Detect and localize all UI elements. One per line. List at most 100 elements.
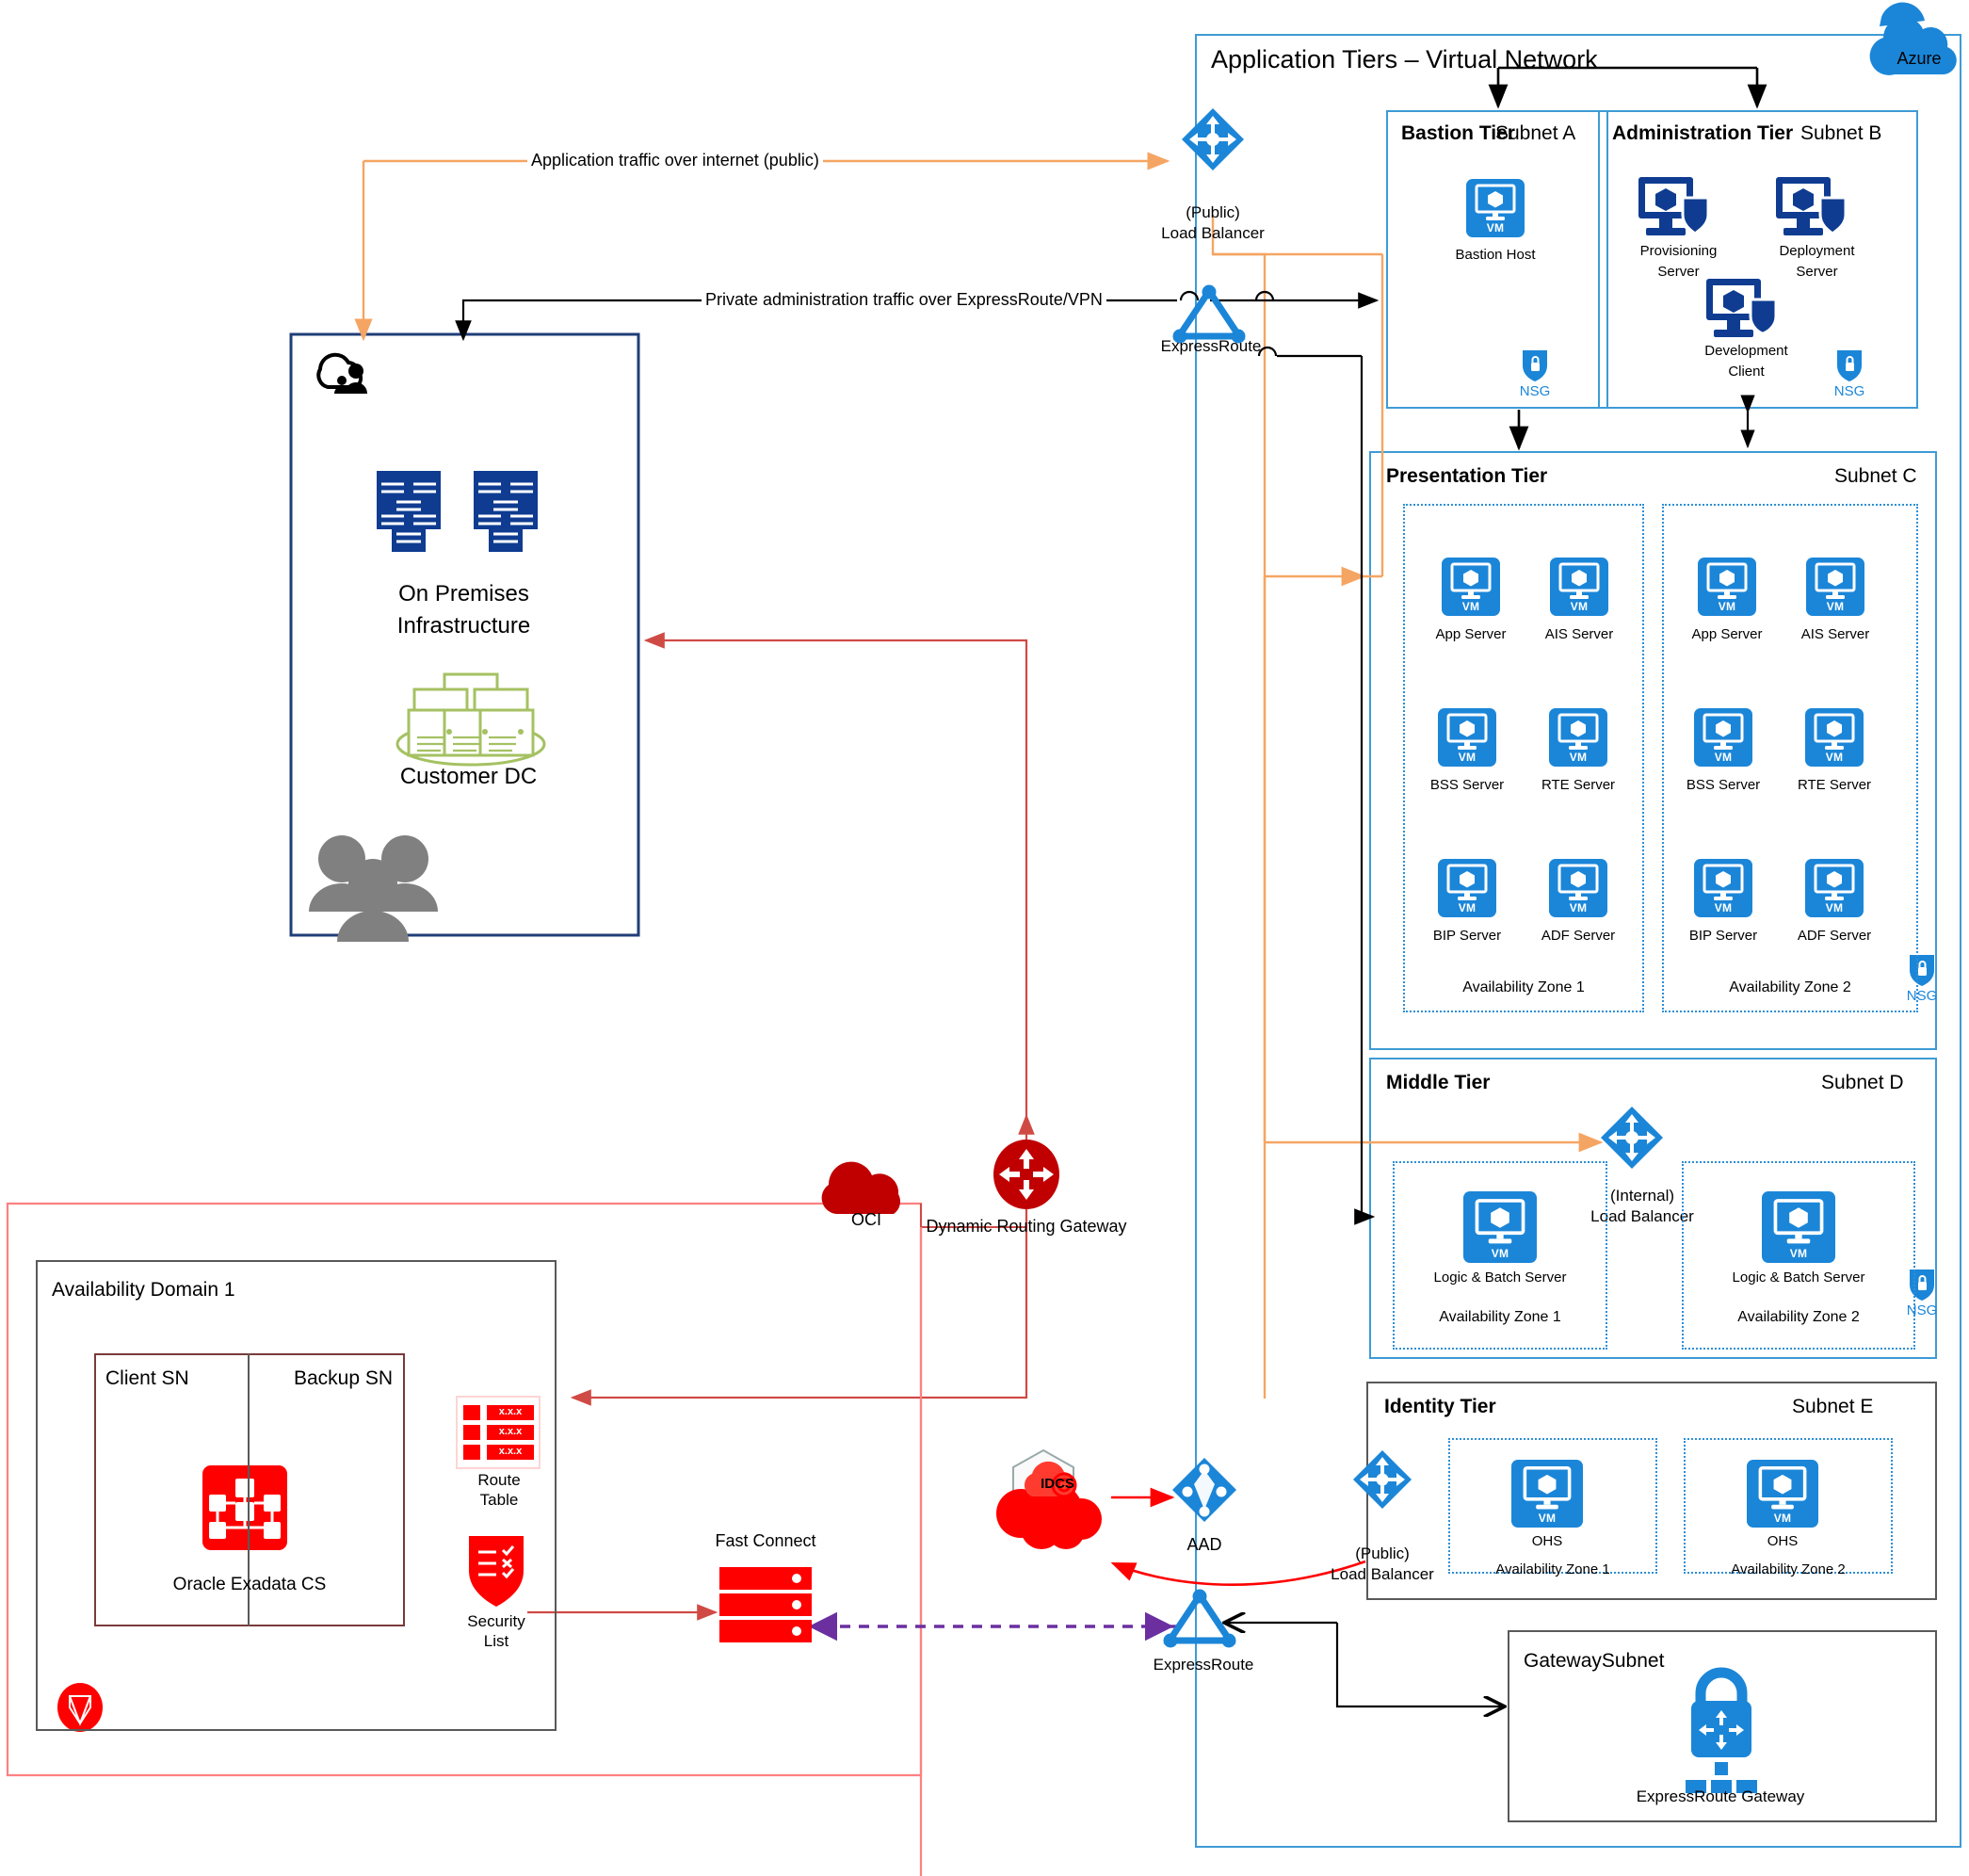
vm-icon-logic-batch-az1[interactable]: VM (1463, 1191, 1537, 1263)
vm-tile-text: VM (1714, 751, 1733, 764)
az2-label-middle: Availability Zone 2 (1737, 1309, 1860, 1325)
vm-icon-ais-server-az1[interactable]: VM (1550, 558, 1608, 616)
route-table-row-0: x.x.x (498, 1406, 523, 1417)
identity-public-lb-label-line2: Load Balancer (1331, 1565, 1434, 1583)
bastion-host-label: Bastion Host (1455, 247, 1536, 263)
vm-tile-text: VM (1773, 1512, 1792, 1525)
vm-tile-text: VM (1718, 600, 1736, 613)
fast-connect-icon (719, 1567, 812, 1642)
secure-vm-icon-deployment (1776, 177, 1848, 236)
azure-label: Azure (1896, 49, 1942, 68)
identity-public-load-balancer-icon (1353, 1450, 1412, 1509)
vm-tile-text: VM (1461, 600, 1480, 613)
vm-icon-ohs-az1[interactable]: VM (1511, 1460, 1583, 1528)
on-premises-title-2: Infrastructure (396, 613, 531, 639)
az1-label-identity: Availability Zone 1 (1495, 1561, 1610, 1577)
expressroute-gateway-icon (1686, 1667, 1757, 1793)
vm-tile-text: VM (1826, 600, 1845, 613)
identity-public-lb-label-line1: (Public) (1355, 1544, 1410, 1562)
customer-dc-label: Customer DC (399, 764, 538, 789)
route-table-row-1: x.x.x (498, 1426, 523, 1437)
server-label-app-az1: App Server (1435, 626, 1507, 642)
expressroute-gateway-label: ExpressRoute Gateway (1636, 1787, 1805, 1805)
vm-tile-text: VM (1538, 1512, 1557, 1525)
vm-tile-text: VM (1825, 751, 1844, 764)
vm-icon-rte-server-az1[interactable]: VM (1549, 708, 1607, 767)
nsg-presentation-label: NSG (1906, 988, 1938, 1004)
expressroute-bottom-icon (1163, 1589, 1236, 1648)
vm-icon-adf-server-az1[interactable]: VM (1549, 859, 1607, 917)
bastion-tier-subnet: Subnet A (1495, 122, 1576, 144)
client-sn-label: Client SN (105, 1367, 189, 1389)
vm-icon-bss-server-az1[interactable]: VM (1438, 708, 1496, 767)
vm-icon-bastion-host[interactable]: VM (1466, 179, 1525, 237)
vm-icon-bip-server-az1[interactable]: VM (1438, 859, 1496, 917)
security-list-label-2: List (483, 1632, 509, 1650)
route-table-label-2: Table (479, 1491, 519, 1509)
nsg-bastion-label: NSG (1519, 383, 1551, 399)
server-label-bss-az2: BSS Server (1686, 777, 1761, 793)
architecture-diagram: Azure OCI Application Tiers – Virtual Ne… (0, 0, 1969, 1876)
oracle-exadata-label: Oracle Exadata CS (172, 1575, 327, 1594)
ohs-label-az2: OHS (1767, 1533, 1799, 1549)
vm-tile-text: VM (1570, 600, 1589, 613)
vm-icon-bip-server-az2[interactable]: VM (1694, 859, 1752, 917)
vm-icon-adf-server-az2[interactable]: VM (1805, 859, 1864, 917)
expressroute-top-icon (1172, 284, 1246, 344)
vm-icon-ais-server-az2[interactable]: VM (1806, 558, 1864, 616)
aad-icon (1172, 1458, 1236, 1522)
server-label-bss-az1: BSS Server (1429, 777, 1505, 793)
backup-sn-label: Backup SN (294, 1367, 394, 1389)
presentation-tier-title: Presentation Tier (1386, 465, 1548, 487)
public-traffic-label: Application traffic over internet (publi… (527, 151, 823, 170)
nsg-admin-label: NSG (1833, 383, 1865, 399)
vm-tile-text: VM (1569, 751, 1588, 764)
development-client-label-1: Development (1704, 343, 1788, 359)
admin-tier-title: Administration Tier (1612, 122, 1794, 144)
private-admin-traffic-label: Private administration traffic over Expr… (702, 290, 1106, 310)
vm-icon-app-server-az2[interactable]: VM (1698, 558, 1756, 616)
aad-label: AAD (1186, 1535, 1222, 1554)
server-label-ais-az1: AIS Server (1544, 626, 1614, 642)
secure-vm-icon-development (1706, 279, 1778, 337)
expressroute-bottom-label: ExpressRoute (1153, 1656, 1254, 1674)
drg-label: Dynamic Routing Gateway (926, 1217, 1127, 1236)
internal-load-balancer-icon (1601, 1107, 1663, 1169)
vm-tile-text: VM (1486, 221, 1505, 234)
route-table-row-2: x.x.x (498, 1446, 523, 1457)
az2-label-identity: Availability Zone 2 (1731, 1561, 1846, 1577)
route-table-label-1: Route (477, 1471, 521, 1489)
provisioning-server-label-1: Provisioning (1639, 243, 1718, 259)
expressroute-top-label: ExpressRoute (1160, 337, 1262, 355)
server-label-bip-az1: BIP Server (1432, 928, 1502, 944)
vm-icon-rte-server-az2[interactable]: VM (1805, 708, 1864, 767)
on-premises-servers-icon (377, 471, 538, 552)
server-label-ais-az2: AIS Server (1800, 626, 1870, 642)
vm-icon-logic-batch-az2[interactable]: VM (1762, 1191, 1835, 1263)
server-label-adf-az2: ADF Server (1797, 928, 1872, 944)
security-list-label-1: Security (467, 1612, 525, 1630)
nsg-bastion-icon (1523, 350, 1547, 381)
idcs-label: IDCS (1041, 1476, 1074, 1492)
server-label-app-az2: App Server (1691, 626, 1763, 642)
deployment-server-label-2: Server (1796, 264, 1838, 280)
vm-icon-app-server-az1[interactable]: VM (1442, 558, 1500, 616)
idcs-icon (996, 1448, 1102, 1549)
secure-vm-icon-provisioning (1638, 177, 1710, 236)
oci-cloud-icon (821, 1161, 901, 1215)
vm-icon-bss-server-az2[interactable]: VM (1694, 708, 1752, 767)
presentation-tier-subnet: Subnet C (1834, 465, 1917, 487)
middle-tier-subnet: Subnet D (1821, 1072, 1904, 1093)
nsg-admin-icon (1837, 350, 1862, 381)
oci-label: OCI (850, 1210, 881, 1229)
vm-tile-text: VM (1825, 901, 1844, 914)
development-client-label-2: Client (1728, 364, 1765, 380)
provisioning-server-label-2: Server (1657, 264, 1700, 280)
dynamic-routing-gateway-icon (993, 1140, 1059, 1209)
server-label-rte-az1: RTE Server (1541, 777, 1616, 793)
fast-connect-label: Fast Connect (715, 1531, 816, 1550)
vm-tile-text: VM (1491, 1247, 1509, 1260)
vm-tile-text: VM (1458, 901, 1477, 914)
public-lb-label-line2: Load Balancer (1161, 224, 1265, 242)
vm-icon-ohs-az2[interactable]: VM (1747, 1460, 1818, 1528)
